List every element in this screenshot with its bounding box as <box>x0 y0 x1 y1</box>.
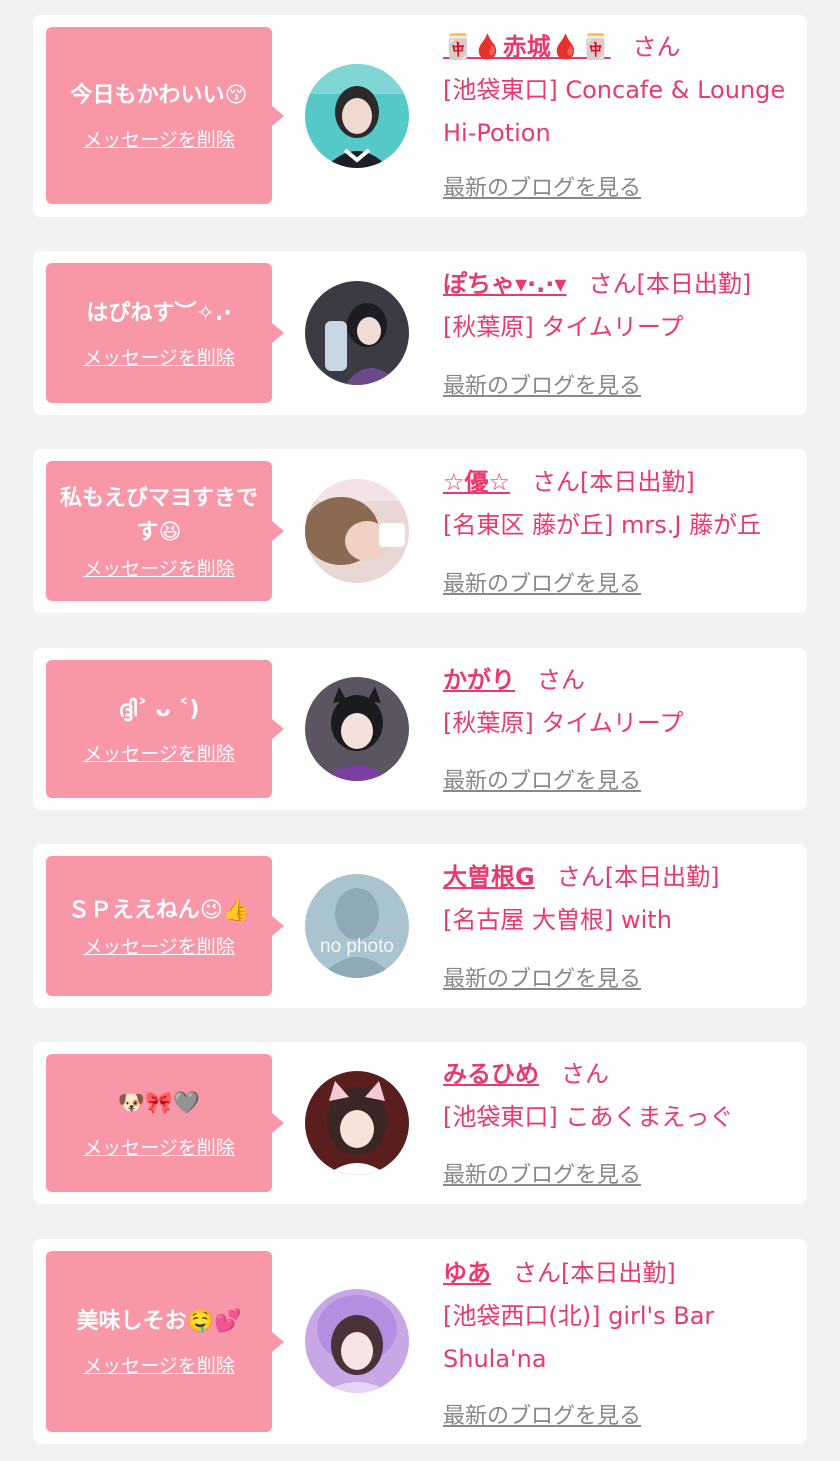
cast-name-link[interactable]: みるひめ <box>443 1060 539 1088</box>
cast-info: かがり さん [秋葉原] タイムリープ <box>443 658 805 745</box>
name-line: ☆優☆ さん[本日出勤] <box>443 460 805 504</box>
cast-info: ぽちゃ▾·.·▾ さん[本日出勤] [秋葉原] タイムリープ <box>443 262 805 349</box>
cast-name-link[interactable]: 大曽根G <box>443 863 535 891</box>
latest-blog-link[interactable]: 最新のブログを見る <box>443 368 641 400</box>
honorific: さん <box>532 468 581 496</box>
avatar[interactable] <box>305 1071 409 1175</box>
honorific: さん <box>556 863 605 891</box>
delete-message-link[interactable]: メッセージを削除 <box>83 739 235 766</box>
name-line: ゆあ さん[本日出勤] <box>443 1251 805 1295</box>
delete-message-link[interactable]: メッセージを削除 <box>83 554 235 581</box>
name-line: ぽちゃ▾·.·▾ さん[本日出勤] <box>443 262 805 306</box>
shop-name: [池袋西口(北)] girl's Bar Shula'na <box>443 1302 715 1373</box>
message-text: ദ്ദി˃ ᴗ ˂) <box>118 696 200 722</box>
message-text: 🐶🎀🩶 <box>117 1090 201 1116</box>
honorific: さん <box>588 270 637 298</box>
message-bubble: 私もえびマヨすきです😆 メッセージを削除 <box>46 461 284 601</box>
avatar[interactable] <box>305 64 409 168</box>
shop-name: [池袋東口] Concafe & Lounge Hi-Potion <box>443 76 786 147</box>
message-card: ദ്ദി˃ ᴗ ˂) メッセージを削除 かがり さん [秋葉原] タイムリープ 最… <box>33 648 807 810</box>
message-card: はぴねす︶✧.· メッセージを削除 ぽちゃ▾·.·▾ さん[本日出勤] [秋葉原]… <box>33 251 807 415</box>
message-card: 今日もかわいい😚 メッセージを削除 🀄🩸赤城🩸🀄 さん [池袋東口] Concaf… <box>33 15 807 217</box>
avatar[interactable] <box>305 677 409 781</box>
work-status: [本日出勤] <box>580 468 695 496</box>
honorific: さん <box>561 1060 609 1088</box>
message-bubble: 今日もかわいい😚 メッセージを削除 <box>46 27 284 204</box>
latest-blog-link[interactable]: 最新のブログを見る <box>443 170 641 202</box>
cast-name-link[interactable]: ぽちゃ▾·.·▾ <box>443 270 566 298</box>
honorific: さん <box>537 666 585 694</box>
message-text: 私もえびマヨすきです😆 <box>59 485 258 545</box>
name-line: 🀄🩸赤城🩸🀄 さん <box>443 25 805 69</box>
delete-message-link[interactable]: メッセージを削除 <box>83 1133 235 1160</box>
honorific: さん <box>632 33 681 61</box>
delete-message-link[interactable]: メッセージを削除 <box>83 932 235 959</box>
message-card: 🐶🎀🩶 メッセージを削除 みるひめ さん [池袋東口] こあくまえっぐ 最新のブロ… <box>33 1042 807 1204</box>
cast-info: 大曽根G さん[本日出勤] [名古屋 大曽根] with <box>443 855 805 942</box>
shop-name: [名東区 藤が丘] mrs.J 藤が丘 <box>443 511 762 539</box>
latest-blog-link[interactable]: 最新のブログを見る <box>443 1398 641 1430</box>
message-bubble: ദ്ദി˃ ᴗ ˂) メッセージを削除 <box>46 660 284 798</box>
message-card: 美味しそお🤤💕 メッセージを削除 ゆあ さん[本日出勤] [池袋西口(北)] gi… <box>33 1239 807 1444</box>
avatar[interactable] <box>305 1289 409 1393</box>
name-line: 大曽根G さん[本日出勤] <box>443 855 805 899</box>
delete-message-link[interactable]: メッセージを削除 <box>83 1351 235 1378</box>
cast-name-link[interactable]: ゆあ <box>443 1259 491 1287</box>
cast-info: 🀄🩸赤城🩸🀄 さん [池袋東口] Concafe & Lounge Hi-Poti… <box>443 25 805 155</box>
cast-info: ☆優☆ さん[本日出勤] [名東区 藤が丘] mrs.J 藤が丘 <box>443 460 805 547</box>
shop-name: [秋葉原] タイムリープ <box>443 709 684 737</box>
message-card: 私もえびマヨすきです😆 メッセージを削除 ☆優☆ さん[本日出勤] [名東区 藤が… <box>33 449 807 613</box>
message-card: ＳＰええねん😉👍 メッセージを削除 no photo 大曽根G さん[本日出勤] … <box>33 844 807 1008</box>
latest-blog-link[interactable]: 最新のブログを見る <box>443 566 641 598</box>
delete-message-link[interactable]: メッセージを削除 <box>83 343 235 370</box>
shop-name: [名古屋 大曽根] with <box>443 906 672 934</box>
message-text: はぴねす︶✧.· <box>86 300 232 326</box>
shop-name: [池袋東口] こあくまえっぐ <box>443 1103 734 1131</box>
cast-name-link[interactable]: かがり <box>443 666 515 694</box>
latest-blog-link[interactable]: 最新のブログを見る <box>443 961 641 993</box>
no-photo-text: no photo <box>320 936 394 957</box>
work-status: [本日出勤] <box>636 270 752 298</box>
avatar[interactable]: no photo <box>305 874 409 978</box>
name-line: かがり さん <box>443 658 805 702</box>
work-status: [本日出勤] <box>604 863 720 891</box>
message-bubble: 🐶🎀🩶 メッセージを削除 <box>46 1054 284 1192</box>
cast-name-link[interactable]: ☆優☆ <box>443 468 510 496</box>
message-bubble: はぴねす︶✧.· メッセージを削除 <box>46 263 284 403</box>
latest-blog-link[interactable]: 最新のブログを見る <box>443 763 641 795</box>
avatar[interactable] <box>305 281 409 385</box>
name-line: みるひめ さん <box>443 1052 805 1096</box>
delete-message-link[interactable]: メッセージを削除 <box>83 125 235 152</box>
latest-blog-link[interactable]: 最新のブログを見る <box>443 1157 641 1189</box>
message-bubble: ＳＰええねん😉👍 メッセージを削除 <box>46 856 284 996</box>
shop-name: [秋葉原] タイムリープ <box>443 313 684 341</box>
honorific: さん <box>513 1259 561 1287</box>
avatar[interactable] <box>305 479 409 583</box>
message-bubble: 美味しそお🤤💕 メッセージを削除 <box>46 1251 284 1432</box>
message-text: 美味しそお🤤💕 <box>76 1309 242 1334</box>
cast-info: ゆあ さん[本日出勤] [池袋西口(北)] girl's Bar Shula'na <box>443 1251 805 1381</box>
message-text: 今日もかわいい😚 <box>70 83 248 108</box>
cast-info: みるひめ さん [池袋東口] こあくまえっぐ <box>443 1052 805 1139</box>
work-status: [本日出勤] <box>561 1259 676 1287</box>
message-text: ＳＰええねん😉👍 <box>67 897 251 923</box>
cast-name-link[interactable]: 🀄🩸赤城🩸🀄 <box>443 33 611 61</box>
